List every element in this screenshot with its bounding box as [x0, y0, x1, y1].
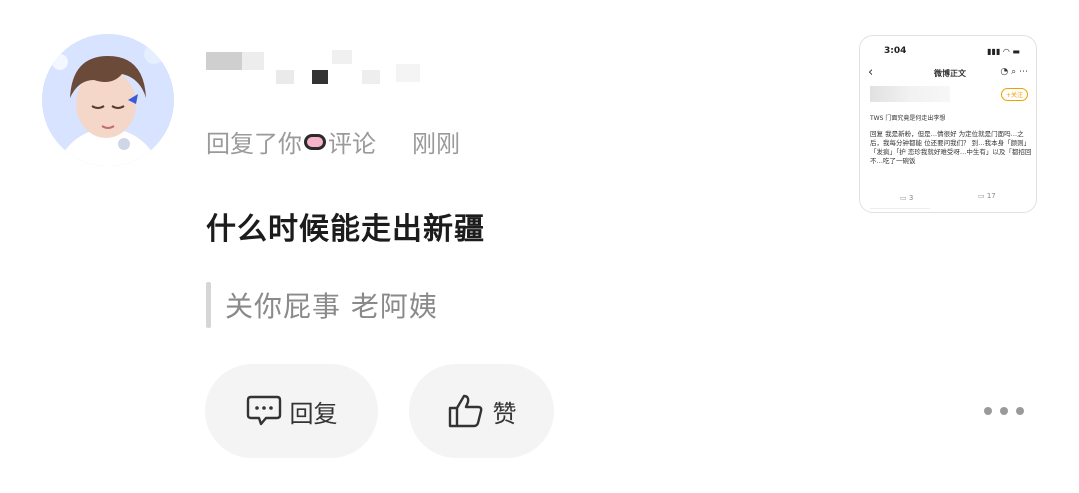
author-name-blurred[interactable]: [206, 40, 446, 92]
thumb-back-icon: ‹: [868, 65, 874, 80]
quote-bar: [206, 282, 211, 328]
reply-text: 什么时候能走出新疆: [206, 212, 485, 247]
avatar[interactable]: [42, 34, 174, 166]
thumb-toolbar-icons: ◔ ⌕ ⋯: [1000, 67, 1028, 77]
timestamp: 刚刚: [412, 130, 460, 158]
thumb-follow-button: +关注: [1000, 88, 1028, 101]
avatar-image: [42, 34, 174, 166]
thumb-author-blurred: [870, 86, 950, 102]
quoted-text: 关你屁事 老阿姨: [225, 290, 438, 323]
thumb-status-time: 3:04: [884, 46, 907, 56]
more-dots-icon[interactable]: [984, 404, 1024, 418]
thumb-post-title: TWS 门面究竟是何走出李想: [870, 115, 946, 122]
comment-icon: [246, 395, 281, 426]
thumb-divider: [870, 208, 930, 209]
action-suffix: 评论: [328, 130, 376, 158]
thumb-like-count: ▭ 17: [978, 192, 996, 200]
post-thumbnail[interactable]: 3:04 ▮▮▮ ◠ ▬ ‹ 微博正文 ◔ ⌕ ⋯ +关注 TWS 门面究竟是何…: [859, 35, 1037, 213]
like-label: 赞: [492, 399, 517, 428]
thumb-status-icons: ▮▮▮ ◠ ▬: [987, 47, 1020, 56]
like-button[interactable]: 赞: [409, 364, 554, 458]
comment-meta: 回复了你 评论 刚刚: [206, 124, 460, 159]
quoted-comment[interactable]: 关你屁事 老阿姨: [206, 282, 438, 328]
emoji-icon: [304, 133, 326, 150]
thumbs-up-icon: [448, 394, 482, 428]
thumb-body-text: 回复 我是新粉，但是…情很好 为定位就是门面吗…之后，我每分钟都能 位还要问我们…: [870, 130, 1032, 165]
thumb-comment-count: ▭ 3: [900, 194, 914, 202]
reply-label: 回复: [289, 399, 338, 428]
thumb-page-title: 微博正文: [934, 69, 966, 78]
action-prefix: 回复了你: [206, 130, 302, 158]
reply-button[interactable]: 回复: [205, 364, 378, 458]
